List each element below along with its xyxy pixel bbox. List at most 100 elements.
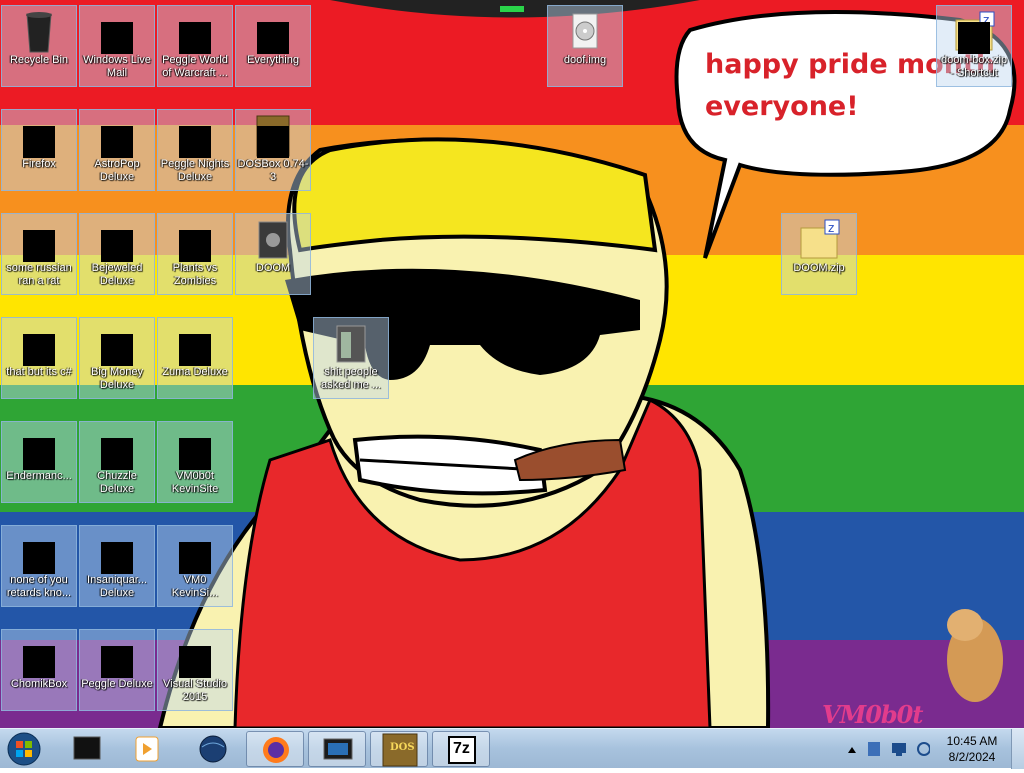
desktop-icon-label: VM0 KevinSi...: [171, 574, 219, 599]
desktop-icon-vm0b0t-kevinsite[interactable]: VM0b0t KevinSite: [157, 421, 233, 503]
executable-icon: [15, 218, 63, 262]
show-desktop-button[interactable]: [1011, 729, 1024, 769]
folder-icon: [327, 322, 375, 366]
desktop-icon-russian-rat[interactable]: some russian ran a rat: [1, 213, 77, 295]
desktop-icon-visual-studio[interactable]: Visual Studio 2015: [157, 629, 233, 711]
peggle-wow-icon: [171, 10, 219, 54]
desktop-icon-label: Plants vs Zombies: [172, 262, 218, 287]
peggle-icon: [93, 634, 141, 678]
doom-icon: [249, 218, 297, 262]
desktop-icon-label: shit people asked me ...: [321, 366, 381, 391]
desktop-icon-label: Endermanc...: [6, 470, 72, 482]
desktop-icon-astropop[interactable]: AstroPop Deluxe: [79, 109, 155, 191]
desktop-icon-shit-people-folder[interactable]: shit people asked me ...: [313, 317, 389, 399]
desktop-icon-label: AstroPop Deluxe: [94, 158, 140, 183]
desktop-icon-label: VM0b0t KevinSite: [171, 470, 219, 495]
top-gadget-light: [500, 6, 524, 12]
taskbar-black-box-app[interactable]: [58, 731, 116, 767]
desktop-icon-endermanc[interactable]: Endermanc...: [1, 421, 77, 503]
desktop-icon-none-of-you[interactable]: none of you retards kno...: [1, 525, 77, 607]
desktop-icon-firefox[interactable]: Firefox: [1, 109, 77, 191]
desktop-icon-doom-box-shortcut[interactable]: z doom-box.zip - Shortcut: [936, 5, 1012, 87]
dosbox-icon: [249, 114, 297, 158]
taskbar-monitor-app[interactable]: [308, 731, 366, 767]
clock-time[interactable]: 10:45 AM: [932, 734, 1012, 748]
desktop-icon-chuzzle[interactable]: Chuzzle Deluxe: [79, 421, 155, 503]
peggle-nights-icon: [171, 114, 219, 158]
firefox-icon: [15, 114, 63, 158]
network-icon[interactable]: [868, 742, 880, 756]
desktop-icon-recycle-bin[interactable]: Recycle Bin: [1, 5, 77, 87]
display-icon[interactable]: [892, 743, 906, 756]
desktop-icon-zuma[interactable]: Zuma Deluxe: [157, 317, 233, 399]
media-player-icon: [135, 736, 159, 762]
desktop-icon-peggle-deluxe[interactable]: Peggle Deluxe: [79, 629, 155, 711]
big-money-icon: [93, 322, 141, 366]
windows-orb-icon: [7, 732, 41, 766]
desktop-icon-doom-zip[interactable]: z DOOM.zip: [781, 213, 857, 295]
desktop-icon-windows-live-mail[interactable]: Windows Live Mail: [79, 5, 155, 87]
artist-signature: VM0b0t: [822, 700, 923, 728]
visual-studio-icon: [171, 634, 219, 678]
taskbar: DOS 7z 10:45 AM 8/2/2024: [0, 728, 1024, 769]
desktop-icon-plants-vs-zombies[interactable]: Plants vs Zombies: [157, 213, 233, 295]
clock-date[interactable]: 8/2/2024: [932, 750, 1012, 764]
desktop-icon-label: that but its c#: [6, 366, 72, 378]
zuma-icon: [171, 322, 219, 366]
desktop-icon-vm0-kevinsite[interactable]: VM0 KevinSi...: [157, 525, 233, 607]
desktop-icon-that-but-csharp[interactable]: that but its c#: [1, 317, 77, 399]
desktop-icon-label: Everything: [247, 54, 299, 66]
desktop-icon-label: DOSBox 0.74-3: [237, 158, 309, 183]
desktop-icon-chomikbox[interactable]: ChomikBox: [1, 629, 77, 711]
desktop-icon-label: Windows Live Mail: [83, 54, 151, 79]
astropop-icon: [93, 114, 141, 158]
hamster-head: [947, 609, 983, 641]
bejeweled-icon: [93, 218, 141, 262]
start-button[interactable]: [4, 730, 44, 768]
7zip-taskbar-label: 7z: [453, 740, 470, 757]
desktop-icon-doof-img[interactable]: doof.img: [547, 5, 623, 87]
desktop-icon-label: doof.img: [563, 54, 607, 66]
desktop-icon-everything[interactable]: Everything: [235, 5, 311, 87]
taskbar-media-player[interactable]: [118, 731, 176, 767]
svg-text:z: z: [828, 221, 834, 235]
disk-image-icon: [561, 10, 609, 54]
desktop-icon-label: Bejeweled Deluxe: [91, 262, 143, 287]
chevron-up-icon[interactable]: [848, 747, 856, 753]
desktop-icon-label: Chuzzle Deluxe: [97, 470, 137, 495]
taskbar-globe[interactable]: [184, 731, 242, 767]
taskbar-dosbox[interactable]: DOS: [370, 731, 428, 767]
desktop-icon-dosbox[interactable]: DOSBox 0.74-3: [235, 109, 311, 191]
monitor-app-icon: [323, 738, 353, 760]
desktop-icon-label: Firefox: [22, 158, 56, 170]
black-box-app-icon: [73, 736, 101, 760]
character-hair: [292, 137, 658, 253]
desktop-icon-label: Insaniquar... Deluxe: [87, 574, 147, 599]
volume-icon[interactable]: [917, 742, 930, 756]
desktop-icon-peggle-nights[interactable]: Peggle Nights Deluxe: [157, 109, 233, 191]
desktop-icon-label: Visual Studio 2015: [162, 678, 227, 703]
desktop-icon-label: Peggle Nights Deluxe: [160, 158, 230, 183]
desktop-icon-label: Recycle Bin: [9, 54, 69, 66]
zip-folder-icon: z: [795, 218, 843, 262]
plants-vs-zombies-icon: [171, 218, 219, 262]
windows-stack-icon: [15, 322, 63, 366]
desktop-icon-label: none of you retards kno...: [6, 574, 72, 599]
desktop-icon-big-money[interactable]: Big Money Deluxe: [79, 317, 155, 399]
desktop-icon-label: ChomikBox: [10, 678, 68, 690]
taskbar-firefox[interactable]: [246, 731, 304, 767]
app-icon: [15, 530, 63, 574]
desktop-icon-insaniquarium[interactable]: Insaniquar... Deluxe: [79, 525, 155, 607]
desktop-icon-label: DOOM.zip: [793, 262, 845, 274]
desktop-icon-bejeweled[interactable]: Bejeweled Deluxe: [79, 213, 155, 295]
desktop-icon-label: Peggle Deluxe: [81, 678, 153, 690]
desktop-icon-peggle-wow[interactable]: Peggle World of Warcraft ...: [157, 5, 233, 87]
recycle-bin-icon: [15, 10, 63, 54]
taskbar-7zip[interactable]: 7z: [432, 731, 490, 767]
website-icon: [171, 530, 219, 574]
everything-search-icon: [249, 10, 297, 54]
dosbox-taskbar-label: DOS: [390, 742, 415, 753]
desktop-icon-label: Big Money Deluxe: [91, 366, 143, 391]
website-icon: [171, 426, 219, 470]
desktop-icon-doom[interactable]: DOOM: [235, 213, 311, 295]
